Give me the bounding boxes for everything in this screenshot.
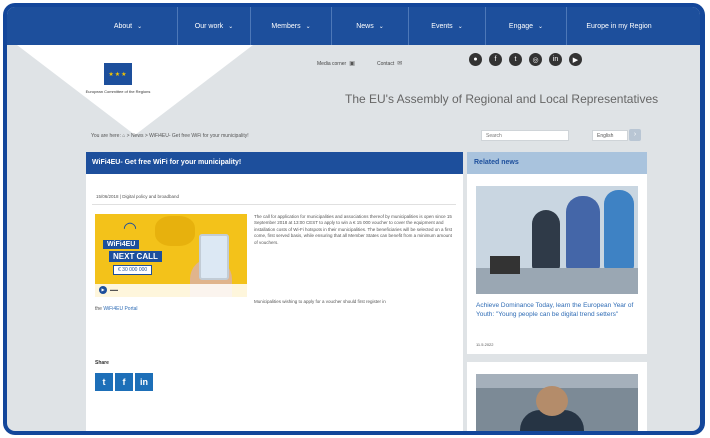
camera-icon: ▣ (349, 61, 355, 67)
nav-news[interactable]: News ⌄ (332, 7, 409, 45)
facebook-icon[interactable]: f (489, 53, 502, 66)
related-news-heading: Related news (467, 152, 647, 174)
linkedin-share-icon[interactable]: in (135, 373, 153, 391)
contact-link[interactable]: Contact ✉ (377, 60, 402, 67)
flickr-icon[interactable]: ● (469, 53, 482, 66)
envelope-icon: ✉ (397, 61, 403, 67)
browser-screen: About ⌄ Our work ⌄ Members ⌄ News ⌄ Events ⌄ … (7, 7, 700, 431)
article-paragraph-2: Municipalities wishing to apply for a vo… (254, 299, 386, 304)
twitter-share-icon[interactable]: t (95, 373, 113, 391)
share-label: Share (95, 360, 109, 366)
person-shape (604, 190, 634, 270)
device-frame: About ⌄ Our work ⌄ Members ⌄ News ⌄ Events ⌄ … (3, 3, 705, 435)
article-meta: 15/06/2018 | Digital policy and broadban… (96, 194, 179, 199)
nav-europe-in-my-region[interactable]: Europe in my Region (567, 7, 671, 45)
article-title: WiFi4EU- Get free WiFi for your municipa… (86, 152, 463, 174)
nav-events[interactable]: Events ⌄ (409, 7, 486, 45)
twitter-icon[interactable]: t (509, 53, 522, 66)
portal-link-line: the WiFi4EU Portal (95, 306, 138, 312)
nav-our-work[interactable]: Our work ⌄ (178, 7, 251, 45)
language-select[interactable]: English (592, 130, 628, 141)
facebook-share-icon[interactable]: f (115, 373, 133, 391)
instagram-icon[interactable]: ◎ (529, 53, 542, 66)
stars-icon: ★★★ (108, 71, 128, 78)
speaker-photo[interactable] (476, 374, 638, 431)
link-prefix: the (95, 306, 102, 312)
article-paragraph: The call for application for municipalit… (254, 214, 453, 245)
person-shape (532, 210, 560, 270)
chevron-down-icon: ⌄ (378, 23, 384, 30)
nav-label: Europe in my Region (586, 22, 652, 30)
nav-label: About (113, 22, 133, 30)
search-input[interactable]: Search (481, 130, 569, 141)
students-photo[interactable] (476, 186, 638, 294)
wifi4eu-portal-link[interactable]: WiFi4EU Portal (103, 306, 137, 312)
wifi-icon: ◠ (123, 220, 137, 237)
search-button[interactable]: › (629, 129, 641, 141)
wifi4eu-promo-image[interactable]: ◠ WiFi4EU NEXT CALL € 30 000 000 ▶ ▬▬ (95, 214, 247, 297)
main-nav: About ⌄ Our work ⌄ Members ⌄ News ⌄ Events ⌄ … (7, 7, 700, 45)
nav-label: Engage (508, 22, 534, 30)
share-buttons: t f in (95, 373, 153, 391)
nav-label: Events (431, 22, 453, 30)
person-shape (566, 196, 600, 270)
chevron-down-icon: ⌄ (457, 23, 463, 30)
chevron-right-icon: › (633, 131, 637, 138)
breadcrumb[interactable]: You are here: ⌂ > News > WiFi4EU- Get fr… (91, 133, 249, 139)
nav-label: Members (271, 22, 301, 30)
related-news-title[interactable]: Achieve Dominance Today, learn the Europ… (476, 301, 638, 319)
divider (92, 204, 456, 205)
article-body: 15/06/2018 | Digital policy and broadban… (86, 174, 463, 431)
promo-line-3: € 30 000 000 (113, 265, 153, 275)
video-caption-text: ▬▬ (110, 287, 118, 292)
promo-line-2: NEXT CALL (109, 251, 162, 262)
promo-line-1: WiFi4EU (103, 240, 140, 249)
nav-label: News (356, 22, 374, 30)
social-links: ● f t ◎ in ▶ (469, 53, 582, 66)
map-shape (155, 216, 195, 246)
media-corner-label: Media corner (317, 61, 347, 67)
chevron-down-icon: ⌄ (305, 23, 311, 30)
site-tagline: The EU's Assembly of Regional and Local … (345, 92, 659, 106)
related-news-date: 11.5.2022 (476, 342, 494, 347)
linkedin-icon[interactable]: in (549, 53, 562, 66)
media-corner-link[interactable]: Media corner ▣ (317, 60, 355, 67)
related-news-card[interactable]: Achieve Dominance Today, learn the Europ… (467, 174, 647, 354)
chevron-down-icon: ⌄ (228, 23, 234, 30)
nav-engage[interactable]: Engage ⌄ (486, 7, 567, 45)
eu-flag-logo[interactable]: ★★★ (104, 63, 132, 85)
nav-label: Our work (194, 22, 224, 30)
phone-icon (199, 234, 229, 280)
nav-members[interactable]: Members ⌄ (251, 7, 332, 45)
related-news-card-2[interactable] (467, 362, 647, 431)
chevron-down-icon: ⌄ (137, 23, 143, 30)
nav-about[interactable]: About ⌄ (79, 7, 178, 45)
laptop-shape (490, 256, 520, 274)
play-icon[interactable]: ▶ (99, 286, 107, 294)
youtube-icon[interactable]: ▶ (569, 53, 582, 66)
chevron-down-icon: ⌄ (538, 23, 544, 30)
contact-label: Contact (377, 61, 395, 67)
logo-text: European Committee of the Regions (85, 89, 151, 94)
person-head-shape (536, 386, 568, 416)
